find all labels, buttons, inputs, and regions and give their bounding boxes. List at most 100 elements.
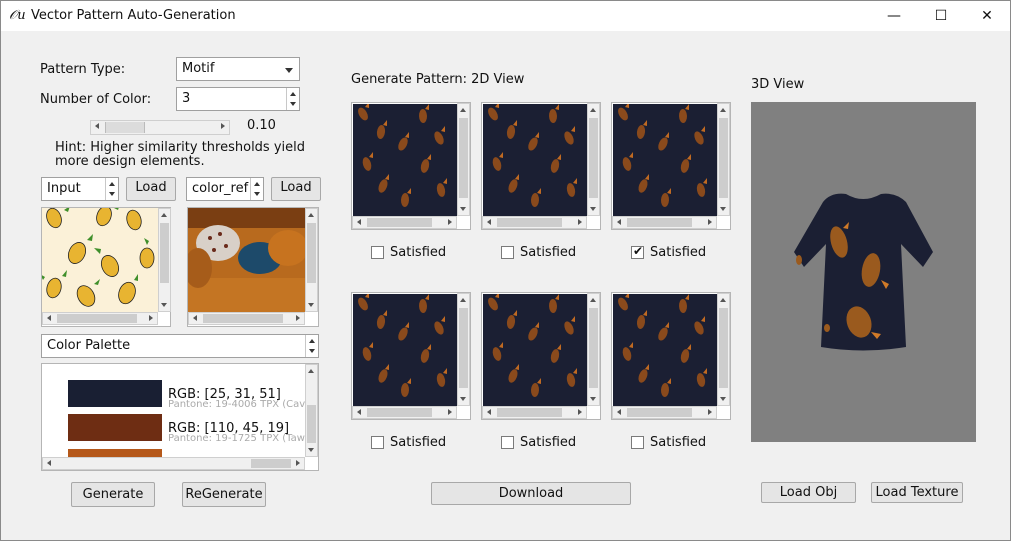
load-color-ref-button[interactable]: Load	[271, 177, 321, 201]
scroll-up-icon[interactable]	[308, 369, 314, 373]
satisfied-checkbox-1[interactable]: Satisfied	[371, 245, 446, 260]
scroll-right-icon[interactable]	[448, 219, 452, 225]
color-ref-spinbox[interactable]: color_ref	[186, 177, 264, 201]
scroll-thumb[interactable]	[57, 314, 137, 323]
scroll-thumb[interactable]	[627, 218, 692, 227]
pattern-vscroll[interactable]	[717, 293, 730, 406]
spin-buttons[interactable]	[250, 178, 263, 200]
scroll-right-icon[interactable]	[578, 219, 582, 225]
scroll-thumb[interactable]	[251, 459, 291, 468]
checkbox-box[interactable]	[501, 246, 514, 259]
satisfied-checkbox-6[interactable]: Satisfied	[631, 435, 706, 450]
pattern-vscroll[interactable]	[587, 293, 600, 406]
scroll-thumb[interactable]	[307, 223, 316, 283]
pattern-hscroll[interactable]	[482, 406, 587, 419]
scroll-down-icon[interactable]	[460, 397, 466, 401]
similarity-slider[interactable]	[90, 120, 230, 135]
load-obj-button[interactable]: Load Obj	[761, 482, 856, 503]
scroll-down-icon[interactable]	[161, 303, 167, 307]
pattern-hscroll[interactable]	[352, 406, 457, 419]
pattern-vscroll[interactable]	[457, 293, 470, 406]
scroll-up-icon[interactable]	[590, 108, 596, 112]
scroll-down-icon[interactable]	[590, 397, 596, 401]
scroll-left-icon[interactable]	[617, 409, 621, 415]
spin-down-icon[interactable]	[309, 349, 315, 353]
scroll-thumb[interactable]	[160, 223, 169, 283]
generate-button[interactable]: Generate	[71, 482, 155, 507]
scroll-down-icon[interactable]	[590, 207, 596, 211]
color-ref-vscroll[interactable]	[305, 208, 318, 312]
scroll-thumb[interactable]	[307, 405, 316, 443]
spin-buttons[interactable]	[105, 178, 118, 200]
scroll-thumb[interactable]	[719, 308, 728, 388]
slider-left-arrow-icon[interactable]	[95, 123, 99, 129]
spin-down-icon[interactable]	[109, 192, 115, 196]
scroll-thumb[interactable]	[497, 218, 562, 227]
input-image-spinbox[interactable]: Input	[41, 177, 119, 201]
scroll-left-icon[interactable]	[193, 315, 197, 321]
palette-select[interactable]: Color Palette	[41, 334, 319, 358]
scroll-thumb[interactable]	[203, 314, 283, 323]
maximize-button[interactable]: ☐	[918, 1, 964, 31]
regenerate-button[interactable]: ReGenerate	[182, 482, 266, 507]
palette-hscroll[interactable]	[42, 457, 305, 470]
scroll-up-icon[interactable]	[460, 108, 466, 112]
slider-thumb[interactable]	[105, 122, 145, 133]
pattern-vscroll[interactable]	[717, 103, 730, 216]
scroll-up-icon[interactable]	[590, 298, 596, 302]
download-button[interactable]: Download	[431, 482, 631, 505]
scroll-left-icon[interactable]	[617, 219, 621, 225]
scroll-up-icon[interactable]	[720, 298, 726, 302]
scroll-right-icon[interactable]	[708, 219, 712, 225]
close-button[interactable]: ✕	[964, 1, 1010, 31]
satisfied-checkbox-5[interactable]: Satisfied	[501, 435, 576, 450]
spin-down-icon[interactable]	[254, 192, 260, 196]
scroll-thumb[interactable]	[497, 408, 562, 417]
scroll-left-icon[interactable]	[47, 315, 51, 321]
scroll-up-icon[interactable]	[460, 298, 466, 302]
pattern-type-select[interactable]: Motif	[176, 57, 300, 81]
scroll-down-icon[interactable]	[720, 207, 726, 211]
spin-buttons[interactable]	[305, 335, 318, 357]
input-image-vscroll[interactable]	[158, 208, 171, 312]
scroll-right-icon[interactable]	[708, 409, 712, 415]
pattern-hscroll[interactable]	[482, 216, 587, 229]
spin-up-icon[interactable]	[309, 339, 315, 343]
scroll-left-icon[interactable]	[357, 219, 361, 225]
checkbox-box[interactable]	[371, 436, 384, 449]
scroll-left-icon[interactable]	[357, 409, 361, 415]
scroll-up-icon[interactable]	[308, 213, 314, 217]
spin-up-icon[interactable]	[109, 182, 115, 186]
scroll-down-icon[interactable]	[308, 303, 314, 307]
pattern-vscroll[interactable]	[587, 103, 600, 216]
scroll-left-icon[interactable]	[487, 409, 491, 415]
load-texture-button[interactable]: Load Texture	[871, 482, 963, 503]
scroll-thumb[interactable]	[367, 408, 432, 417]
satisfied-checkbox-4[interactable]: Satisfied	[371, 435, 446, 450]
spin-down-icon[interactable]	[290, 102, 296, 106]
scroll-left-icon[interactable]	[47, 460, 51, 466]
input-image-hscroll[interactable]	[42, 312, 158, 325]
scroll-down-icon[interactable]	[720, 397, 726, 401]
pattern-hscroll[interactable]	[612, 216, 717, 229]
scroll-up-icon[interactable]	[720, 108, 726, 112]
scroll-thumb[interactable]	[719, 118, 728, 198]
checkbox-box[interactable]	[501, 436, 514, 449]
checkbox-box[interactable]	[631, 436, 644, 449]
satisfied-checkbox-3[interactable]: Satisfied	[631, 244, 706, 260]
scroll-thumb[interactable]	[459, 118, 468, 198]
scroll-down-icon[interactable]	[460, 207, 466, 211]
load-input-button[interactable]: Load	[126, 177, 176, 201]
spin-up-icon[interactable]	[254, 182, 260, 186]
scroll-thumb[interactable]	[459, 308, 468, 388]
palette-vscroll[interactable]	[305, 364, 318, 457]
view-3d-viewport[interactable]	[751, 102, 976, 442]
checkbox-box[interactable]	[631, 244, 644, 259]
scroll-down-icon[interactable]	[308, 448, 314, 452]
minimize-button[interactable]: —	[871, 1, 917, 31]
scroll-right-icon[interactable]	[296, 315, 300, 321]
color-ref-hscroll[interactable]	[188, 312, 305, 325]
slider-right-arrow-icon[interactable]	[221, 123, 225, 129]
scroll-right-icon[interactable]	[149, 315, 153, 321]
spin-buttons[interactable]	[286, 88, 299, 110]
